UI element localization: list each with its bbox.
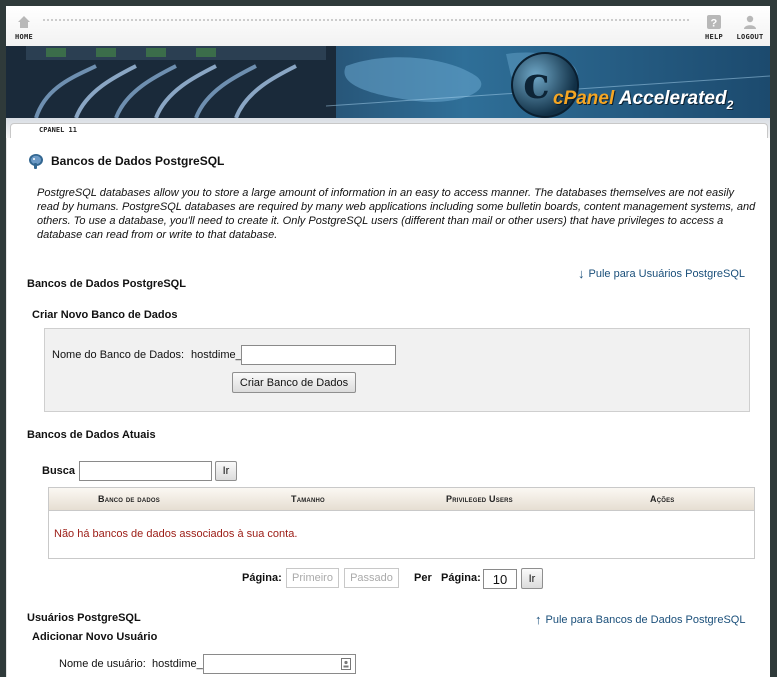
add-user-heading: Adicionar Novo Usuário xyxy=(32,631,158,643)
help-icon: ? xyxy=(707,15,721,30)
username-field xyxy=(203,654,356,674)
cpanel-logo: c cPanel Accelerated2 xyxy=(511,52,766,118)
create-database-button[interactable]: Criar Banco de Dados xyxy=(232,372,356,393)
breadcrumb-bar: CPANEL 11 xyxy=(6,118,770,138)
column-header-actions: Ações xyxy=(650,494,675,504)
logout-label: LOGOUT xyxy=(736,33,764,41)
per-page-go-button[interactable]: Ir xyxy=(521,568,543,589)
postgresql-elephant-icon xyxy=(29,154,43,169)
search-go-button[interactable]: Ir xyxy=(215,461,237,481)
pager-page-label: Página: xyxy=(242,572,282,584)
create-database-panel: Nome do Banco de Dados: hostdime_ Criar … xyxy=(44,328,750,412)
cpanel-window: HOME ? HELP LOGOUT c cPanel Accelerated2… xyxy=(6,6,770,677)
help-label: HELP xyxy=(704,33,724,41)
column-header-database[interactable]: Banco de dados xyxy=(98,494,160,504)
jump-to-databases-link[interactable]: ↑ Pule para Bancos de Dados PostgreSQL xyxy=(535,612,745,627)
database-name-prefix: hostdime_ xyxy=(191,349,242,361)
search-input[interactable] xyxy=(79,461,212,481)
nav-divider-dots xyxy=(42,18,690,22)
home-icon xyxy=(18,16,30,28)
user-logout-icon xyxy=(744,15,756,29)
pager-previous-button[interactable]: Passado xyxy=(344,568,399,588)
column-header-privileged-users: Privileged Users xyxy=(446,494,513,504)
home-button[interactable]: HOME xyxy=(6,14,42,41)
logout-button[interactable]: LOGOUT xyxy=(732,14,768,41)
users-heading: Usuários PostgreSQL xyxy=(27,612,141,624)
pager-first-button[interactable]: Primeiro xyxy=(286,568,339,588)
pager-per-page-label: Página: xyxy=(441,572,481,584)
username-prefix: hostdime_ xyxy=(152,658,203,670)
home-label: HOME xyxy=(14,33,34,41)
search-label: Busca xyxy=(42,465,76,477)
help-button[interactable]: ? HELP xyxy=(696,14,732,41)
username-input[interactable] xyxy=(203,654,356,674)
cpanel-banner: c cPanel Accelerated2 xyxy=(6,46,770,118)
network-cables-graphic xyxy=(6,46,336,118)
database-name-label: Nome do Banco de Dados: xyxy=(52,349,185,361)
main-content: Bancos de Dados PostgreSQL PostgreSQL da… xyxy=(6,138,770,677)
arrow-up-icon: ↑ xyxy=(535,612,542,627)
per-page-input[interactable]: 10 xyxy=(483,569,517,589)
databases-table-header: Banco de dados Tamanho Privileged Users … xyxy=(49,488,754,511)
cpanel-logo-text: cPanel Accelerated2 xyxy=(553,88,734,112)
current-databases-heading: Bancos de Dados Atuais xyxy=(27,429,156,441)
page-title: Bancos de Dados PostgreSQL xyxy=(27,152,224,170)
database-name-input[interactable] xyxy=(241,345,396,365)
arrow-down-icon: ↓ xyxy=(578,266,585,281)
breadcrumb: CPANEL 11 xyxy=(10,123,768,138)
column-header-size[interactable]: Tamanho xyxy=(291,494,325,504)
create-database-heading: Criar Novo Banco de Dados xyxy=(32,309,178,321)
pager-per-label: Per xyxy=(414,572,432,584)
databases-heading: Bancos de Dados PostgreSQL xyxy=(27,278,186,290)
jump-to-users-link[interactable]: ↓ Pule para Usuários PostgreSQL xyxy=(578,266,745,281)
no-databases-message: Não há bancos de dados associados à sua … xyxy=(54,528,298,540)
top-nav-bar: HOME ? HELP LOGOUT xyxy=(6,6,770,46)
username-label: Nome de usuário: xyxy=(59,658,146,670)
breadcrumb-cpanel-11[interactable]: CPANEL 11 xyxy=(39,126,77,134)
autofill-contact-icon[interactable] xyxy=(341,658,351,670)
svg-text:?: ? xyxy=(710,18,717,30)
databases-table: Banco de dados Tamanho Privileged Users … xyxy=(48,487,755,559)
page-description: PostgreSQL databases allow you to store … xyxy=(37,187,756,241)
